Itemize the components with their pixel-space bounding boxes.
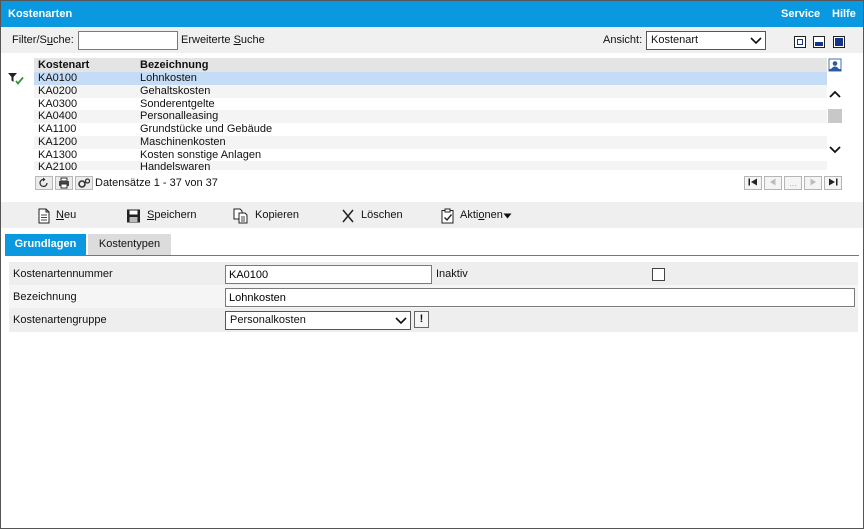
table-scrollbar[interactable]: [827, 89, 843, 159]
cell-kostenart: KA0200: [38, 84, 78, 97]
cell-bezeichnung: Lohnkosten: [140, 72, 197, 84]
group-label: Kostenartengruppe: [13, 314, 107, 326]
name-label: Bezeichnung: [13, 291, 77, 303]
cost-types-table: Kostenart Bezeichnung KA0100 Lohnkosten KA…: [34, 58, 827, 170]
page-ellipsis-button[interactable]: ...: [784, 176, 802, 190]
service-link[interactable]: Service: [781, 8, 820, 20]
first-page-button[interactable]: [744, 176, 762, 190]
actions-menu-button[interactable]: Aktionen: [440, 208, 520, 224]
table-row[interactable]: KA0100 Lohnkosten: [34, 72, 827, 85]
table-body: KA0100 Lohnkosten KA0200 Gehaltskosten KA030…: [34, 72, 827, 170]
inactive-label: Inaktiv: [436, 268, 468, 280]
refresh-icon: [39, 177, 48, 188]
first-page-icon: [748, 178, 757, 186]
cell-bezeichnung: Sonderentgelte: [140, 97, 215, 110]
caret-down-icon: [503, 213, 512, 219]
advanced-search-link[interactable]: Erweiterte Suche: [181, 34, 265, 46]
scroll-down-icon[interactable]: [829, 145, 841, 155]
name-input[interactable]: [225, 288, 855, 307]
cell-kostenart: KA0400: [38, 110, 78, 123]
next-page-button[interactable]: [804, 176, 822, 190]
table-row[interactable]: KA1200 Maschinenkosten: [34, 135, 827, 149]
clipboard-check-icon: [441, 208, 454, 224]
active-filter-icon[interactable]: [8, 72, 24, 86]
view-layout-list-button[interactable]: [794, 36, 806, 48]
form-row-number: Kostenartennummer Inaktiv: [9, 262, 858, 285]
window-title: Kostenarten: [8, 8, 73, 20]
column-header-kostenart[interactable]: Kostenart: [38, 59, 89, 71]
table-row[interactable]: KA0400 Personalleasing: [34, 110, 827, 123]
table-row[interactable]: KA1300 Kosten sonstige Anlagen: [34, 149, 827, 162]
view-layout-split-button[interactable]: [813, 36, 825, 48]
delete-x-icon: [342, 209, 354, 223]
column-header-bezeichnung[interactable]: Bezeichnung: [140, 59, 208, 71]
form-row-name: Bezeichnung: [9, 285, 858, 308]
refresh-button[interactable]: [35, 176, 53, 190]
view-layout-detail-button[interactable]: [833, 36, 845, 48]
help-link[interactable]: Hilfe: [832, 8, 856, 20]
cell-kostenart: KA1200: [38, 135, 78, 148]
filter-search-input[interactable]: [78, 31, 178, 50]
chevron-down-icon: [395, 317, 407, 325]
list-area: Kostenart Bezeichnung KA0100 Lohnkosten KA…: [1, 53, 863, 199]
view-select[interactable]: Kostenart: [646, 31, 766, 50]
table-row[interactable]: KA0200 Gehaltskosten: [34, 84, 827, 98]
floppy-disk-icon: [127, 209, 140, 223]
cell-bezeichnung: Kosten sonstige Anlagen: [140, 148, 262, 161]
cell-bezeichnung: Maschinenkosten: [140, 135, 226, 148]
inactive-checkbox[interactable]: [652, 268, 665, 281]
cell-kostenart: KA0300: [38, 97, 78, 110]
copy-icon: [233, 208, 248, 224]
save-button[interactable]: Speichern: [126, 208, 206, 224]
gears-icon: [78, 178, 91, 188]
tab-kostentypen[interactable]: Kostentypen: [88, 234, 171, 255]
chevron-down-icon: [750, 37, 762, 45]
next-page-icon: [810, 178, 816, 186]
column-chooser-icon[interactable]: [828, 58, 842, 72]
previous-page-button[interactable]: [764, 176, 782, 190]
new-document-icon: [38, 208, 50, 224]
app-window: Kostenarten Service Hilfe Filter/Suche: …: [0, 0, 864, 529]
view-select-value: Kostenart: [651, 34, 699, 46]
cell-kostenart: KA1300: [38, 148, 78, 161]
action-toolbar: Neu Speichern Kopieren Löschen Aktionen: [1, 202, 863, 228]
print-button[interactable]: [55, 176, 73, 190]
group-select-value: Personalkosten: [230, 314, 306, 326]
view-label: Ansicht:: [603, 34, 643, 46]
form-row-group: Kostenartengruppe Personalkosten !: [9, 308, 858, 331]
scrollbar-thumb[interactable]: [828, 109, 842, 123]
cell-bezeichnung: Grundstücke und Gebäude: [140, 123, 273, 135]
number-input[interactable]: [225, 265, 432, 284]
group-info-button[interactable]: !: [414, 311, 429, 328]
table-row[interactable]: KA0300 Sonderentgelte: [34, 98, 827, 111]
detail-form: Kostenartennummer Inaktiv Bezeichnung Ko…: [9, 262, 858, 332]
group-select[interactable]: Personalkosten: [225, 311, 411, 330]
number-label: Kostenartennummer: [13, 268, 113, 280]
records-count: Datensätze 1 - 37 von 37: [95, 177, 218, 189]
filter-bar: Filter/Suche: Erweiterte Suche Ansicht: …: [1, 27, 863, 53]
printer-icon: [59, 177, 69, 189]
cell-bezeichnung: Gehaltskosten: [140, 84, 211, 97]
last-page-icon: [829, 178, 838, 186]
cell-kostenart: KA1100: [38, 123, 77, 135]
last-page-button[interactable]: [824, 176, 842, 190]
delete-button[interactable]: Löschen: [341, 208, 411, 224]
new-button[interactable]: Neu: [37, 208, 87, 224]
scroll-up-icon[interactable]: [829, 89, 841, 99]
cell-kostenart: KA2100: [38, 161, 78, 170]
filter-label: Filter/Suche:: [12, 34, 74, 46]
table-header: Kostenart Bezeichnung: [34, 58, 827, 72]
tab-grundlagen[interactable]: Grundlagen: [5, 234, 86, 255]
title-bar: Kostenarten Service Hilfe: [1, 1, 863, 27]
cell-kostenart: KA0100: [38, 72, 78, 84]
previous-page-icon: [770, 178, 776, 186]
copy-button[interactable]: Kopieren: [233, 208, 313, 224]
table-row[interactable]: KA2100 Handelswaren: [34, 161, 827, 170]
cell-bezeichnung: Handelswaren: [140, 161, 211, 170]
settings-button[interactable]: [75, 176, 93, 190]
cell-bezeichnung: Personalleasing: [140, 110, 219, 123]
tab-underline: [5, 255, 859, 256]
table-row[interactable]: KA1100 Grundstücke und Gebäude: [34, 123, 827, 136]
